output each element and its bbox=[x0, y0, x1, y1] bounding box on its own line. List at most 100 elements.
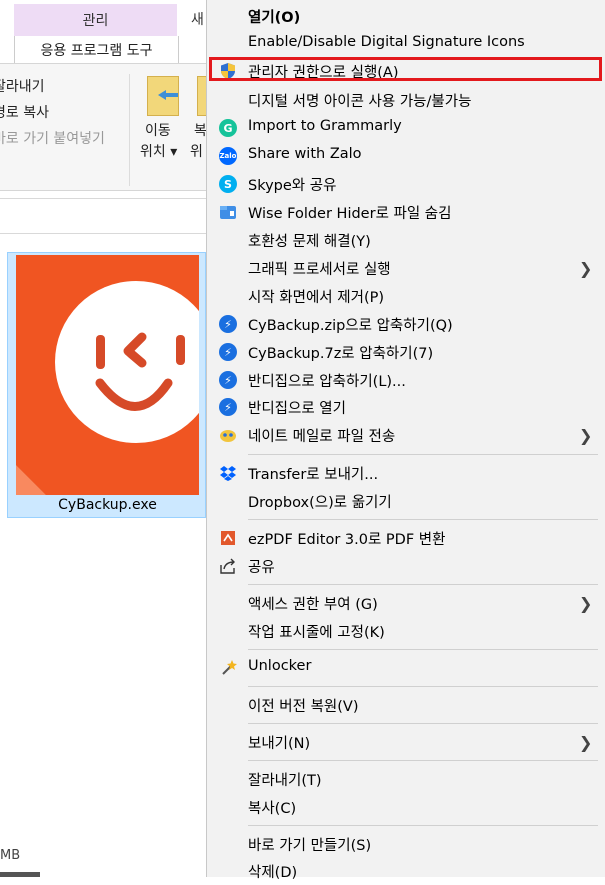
menu-item-label: 반디집으로 압축하기(L)... bbox=[248, 374, 406, 390]
menu-item-label: 공유 bbox=[248, 560, 275, 576]
menu-item-nate-mail[interactable]: 네이트 메일로 파일 전송 ❯ bbox=[207, 421, 605, 449]
ribbon-cut-label: 잘라내기 bbox=[0, 79, 45, 95]
bandizip-icon: ⚡ bbox=[219, 371, 237, 389]
menu-item-digital-signature-icons-toggle[interactable]: 디지털 서명 아이콘 사용 가능/불가능 bbox=[207, 86, 605, 114]
menu-item-label: ezPDF Editor 3.0로 PDF 변환 bbox=[248, 532, 446, 548]
menu-item-copy[interactable]: 복사(C) bbox=[207, 793, 605, 821]
menu-item-troubleshoot-compatibility[interactable]: 호환성 문제 해결(Y) bbox=[207, 226, 605, 254]
menu-separator bbox=[248, 454, 598, 455]
menu-item-label: Dropbox(으)로 옮기기 bbox=[248, 495, 392, 511]
ribbon-copy-path-button[interactable]: 경로 복사 bbox=[0, 102, 49, 122]
menu-separator bbox=[248, 760, 598, 761]
ribbon-tab-application-tools-label: 응용 프로그램 도구 bbox=[40, 43, 153, 59]
menu-item-label: 호환성 문제 해결(Y) bbox=[248, 234, 371, 250]
menu-item-compress-zip[interactable]: ⚡ CyBackup.zip으로 압축하기(Q) bbox=[207, 310, 605, 338]
menu-item-label: Share with Zalo bbox=[248, 146, 362, 162]
context-menu: 열기(O) Enable/Disable Digital Signature I… bbox=[206, 0, 605, 881]
menu-item-run-with-gpu[interactable]: 그래픽 프로세서로 실행 ❯ bbox=[207, 254, 605, 282]
menu-item-label: 이전 버전 복원(V) bbox=[248, 699, 359, 715]
menu-item-ezpdf-convert[interactable]: ezPDF Editor 3.0로 PDF 변환 bbox=[207, 524, 605, 552]
ribbon-copy-path-label: 경로 복사 bbox=[0, 105, 49, 121]
zalo-icon: Zalo bbox=[219, 147, 237, 165]
menu-item-label: Import to Grammarly bbox=[248, 118, 402, 134]
menu-item-label: 반디집으로 열기 bbox=[248, 401, 346, 417]
share-icon bbox=[220, 558, 235, 574]
menu-separator bbox=[248, 825, 598, 826]
ribbon-tab-manage[interactable]: 관리 bbox=[14, 4, 177, 36]
move-to-sub-label[interactable]: 위치 ▾ bbox=[140, 141, 177, 161]
menu-item-share-zalo[interactable]: Zalo Share with Zalo bbox=[207, 142, 605, 170]
dropbox-icon bbox=[220, 466, 236, 481]
move-to-sub-text: 위치 bbox=[140, 144, 166, 160]
menu-item-compress-7z[interactable]: ⚡ CyBackup.7z로 압축하기(7) bbox=[207, 338, 605, 366]
ribbon-panel: 잘라내기 경로 복사 바로 가기 붙여넣기 이동 위치 ▾ 복 위 bbox=[0, 63, 229, 191]
menu-separator bbox=[248, 686, 598, 687]
menu-item-give-access[interactable]: 액세스 권한 부여 (G) ❯ bbox=[207, 589, 605, 617]
menu-separator bbox=[248, 584, 598, 585]
menu-item-label: CyBackup.7z로 압축하기(7) bbox=[248, 346, 434, 362]
menu-item-cut[interactable]: 잘라내기(T) bbox=[207, 765, 605, 793]
menu-item-restore-previous-versions[interactable]: 이전 버전 복원(V) bbox=[207, 691, 605, 719]
menu-item-open-bandizip[interactable]: ⚡ 반디집으로 열기 bbox=[207, 393, 605, 421]
menu-item-label: Enable/Disable Digital Signature Icons bbox=[248, 34, 525, 50]
move-to-label: 이동 bbox=[145, 123, 171, 139]
ribbon-tab-application-tools[interactable]: 응용 프로그램 도구 bbox=[14, 36, 179, 64]
menu-item-label: Skype와 공유 bbox=[248, 178, 337, 194]
move-to-folder-icon[interactable] bbox=[147, 76, 179, 116]
wise-folder-hider-icon bbox=[220, 206, 236, 219]
ribbon-tab-new-label: 새 bbox=[191, 12, 204, 28]
menu-item-dropbox-transfer[interactable]: Transfer로 보내기... bbox=[207, 459, 605, 487]
menu-item-label: 보내기(N) bbox=[248, 736, 311, 752]
ribbon-paste-shortcut-button[interactable]: 바로 가기 붙여넣기 bbox=[0, 128, 105, 148]
menu-item-label: 복사(C) bbox=[248, 801, 297, 817]
ribbon-tab-manage-label: 관리 bbox=[82, 13, 109, 29]
copy-to-label: 복 bbox=[194, 123, 207, 139]
file-name-label: CyBackup.exe bbox=[58, 497, 157, 513]
bandizip-icon: ⚡ bbox=[219, 398, 237, 416]
chevron-right-icon: ❯ bbox=[579, 426, 593, 445]
bandizip-icon: ⚡ bbox=[219, 315, 237, 333]
menu-item-label: Wise Folder Hider로 파일 숨김 bbox=[248, 206, 452, 222]
menu-item-pin-taskbar[interactable]: 작업 표시줄에 고정(K) bbox=[207, 617, 605, 645]
menu-item-unlocker[interactable]: Unlocker bbox=[207, 654, 605, 682]
ezpdf-icon bbox=[221, 531, 235, 545]
highlight-box-run-as-admin bbox=[209, 57, 602, 81]
ribbon-cut-button[interactable]: 잘라내기 bbox=[0, 76, 45, 96]
chevron-right-icon: ❯ bbox=[579, 594, 593, 613]
menu-item-send-to[interactable]: 보내기(N) ❯ bbox=[207, 728, 605, 756]
chevron-right-icon: ❯ bbox=[579, 259, 593, 278]
menu-item-label: CyBackup.zip으로 압축하기(Q) bbox=[248, 318, 453, 334]
menu-item-move-to-dropbox[interactable]: Dropbox(으)로 옮기기 bbox=[207, 487, 605, 515]
bandizip-icon: ⚡ bbox=[219, 343, 237, 361]
menu-item-label: 네이트 메일로 파일 전송 bbox=[248, 429, 396, 445]
menu-item-label: 시작 화면에서 제거(P) bbox=[248, 290, 384, 306]
menu-item-delete[interactable]: 삭제(D) bbox=[207, 857, 605, 885]
menu-item-enable-disable-signature-icons[interactable]: Enable/Disable Digital Signature Icons bbox=[207, 30, 605, 58]
menu-separator bbox=[248, 649, 598, 650]
cybackup-app-icon bbox=[16, 255, 199, 495]
ribbon-tab-new[interactable]: 새 bbox=[191, 9, 204, 29]
menu-item-compress-bandizip[interactable]: ⚡ 반디집으로 압축하기(L)... bbox=[207, 366, 605, 394]
menu-separator bbox=[248, 519, 598, 520]
menu-item-share-skype[interactable]: S Skype와 공유 bbox=[207, 170, 605, 198]
status-size-text: MB bbox=[0, 848, 21, 863]
menu-item-wise-folder-hider[interactable]: Wise Folder Hider로 파일 숨김 bbox=[207, 198, 605, 226]
menu-item-unpin-start[interactable]: 시작 화면에서 제거(P) bbox=[207, 282, 605, 310]
file-explorer-window: 관리 새 응용 프로그램 도구 잘라내기 경로 복사 바로 가기 붙여넣기 이동… bbox=[0, 0, 229, 877]
menu-item-create-shortcut[interactable]: 바로 가기 만들기(S) bbox=[207, 830, 605, 858]
menu-item-label: 액세스 권한 부여 (G) bbox=[248, 597, 378, 613]
menu-item-share[interactable]: 공유 bbox=[207, 552, 605, 580]
nate-mail-icon bbox=[220, 430, 236, 442]
menu-item-open[interactable]: 열기(O) bbox=[207, 2, 605, 30]
address-bar[interactable] bbox=[0, 198, 206, 234]
file-item-cybackup[interactable]: CyBackup.exe bbox=[7, 252, 206, 518]
ribbon-paste-shortcut-label: 바로 가기 붙여넣기 bbox=[0, 131, 105, 147]
ribbon-separator bbox=[129, 74, 130, 186]
menu-item-import-grammarly[interactable]: G Import to Grammarly bbox=[207, 114, 605, 142]
menu-item-label: Unlocker bbox=[248, 658, 312, 674]
menu-item-label: 열기(O) bbox=[248, 10, 301, 26]
menu-item-label: 바로 가기 만들기(S) bbox=[248, 838, 372, 854]
menu-item-label: 삭제(D) bbox=[248, 865, 298, 881]
menu-separator bbox=[248, 723, 598, 724]
skype-icon: S bbox=[219, 175, 237, 193]
